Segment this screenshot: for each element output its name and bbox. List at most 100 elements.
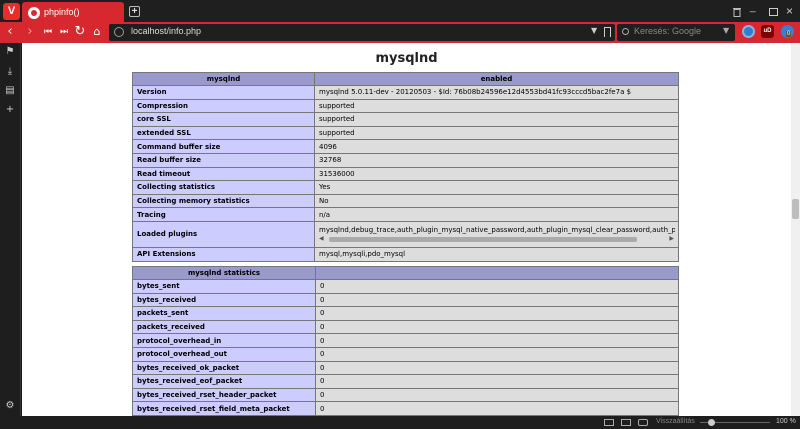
- table-row: Read buffer size 32768: [132, 152, 679, 168]
- add-panel-icon[interactable]: +: [5, 105, 15, 115]
- table-row: protocol_overhead_in 0: [132, 333, 679, 348]
- scroll-left-icon[interactable]: ◀: [319, 235, 324, 242]
- table-header-row: mysqlnd statistics: [132, 266, 679, 280]
- table-row: bytes_received_rset_field_meta_packet 0: [132, 401, 679, 416]
- search-placeholder[interactable]: Keresés: Google: [634, 26, 701, 36]
- row-label: bytes_received_rset_header_packet: [132, 387, 316, 403]
- panel-toggle-icon[interactable]: [604, 419, 614, 426]
- scrollbar-thumb[interactable]: [792, 199, 799, 219]
- row-value: Yes: [314, 180, 679, 195]
- zoom-reset-label[interactable]: Visszaállítás: [656, 418, 695, 425]
- vertical-scrollbar[interactable]: [791, 43, 800, 416]
- row-label: bytes_received: [132, 292, 316, 308]
- row-label: Read buffer size: [132, 152, 315, 168]
- tab-strip: V phpinfo() + _ ×: [0, 0, 800, 24]
- side-panel: ⚑ ⤓ ▤ + ⚙: [0, 43, 21, 416]
- zoom-slider-knob[interactable]: [708, 419, 715, 426]
- row-value: 0: [315, 346, 679, 362]
- zoom-level: 100 %: [776, 418, 796, 425]
- row-label: Collecting memory statistics: [132, 193, 315, 209]
- row-value: 31536000: [314, 166, 679, 182]
- table-row: protocol_overhead_out 0: [132, 346, 679, 362]
- table-row: packets_received 0: [132, 319, 679, 335]
- row-label: Command buffer size: [132, 139, 315, 154]
- row-label: Version: [132, 85, 315, 100]
- row-label: Tracing: [132, 207, 315, 222]
- row-value: mysqlnd 5.0.11-dev - 20120503 - $Id: 76b…: [314, 85, 679, 100]
- vivaldi-menu-button[interactable]: V: [3, 3, 20, 20]
- row-value: supported: [314, 98, 679, 114]
- maximize-button[interactable]: [769, 8, 778, 16]
- tab-favicon-icon: [28, 7, 40, 19]
- row-label: protocol_overhead_in: [132, 333, 316, 348]
- bookmark-icon[interactable]: [604, 27, 611, 37]
- url-text[interactable]: localhost/info.php: [131, 26, 201, 36]
- table-header: mysqlnd: [132, 72, 315, 86]
- chevron-down-icon[interactable]: ▼: [591, 26, 597, 35]
- scrollbar-thumb[interactable]: [329, 236, 637, 242]
- back-icon[interactable]: ‹: [3, 25, 17, 39]
- search-engine-chevron-icon[interactable]: ▼: [723, 26, 729, 35]
- row-value: 0: [315, 319, 679, 335]
- new-tab-button[interactable]: +: [129, 6, 140, 17]
- fast-forward-icon[interactable]: ⏭: [57, 25, 71, 39]
- extension-globe-icon[interactable]: [742, 25, 755, 38]
- table-row: Command buffer size 4096: [132, 139, 679, 154]
- notes-panel-icon[interactable]: ▤: [5, 86, 15, 96]
- downloads-panel-icon[interactable]: ⤓: [5, 67, 15, 77]
- row-value: mysql,mysqli,pdo_mysql: [314, 246, 679, 262]
- bookmarks-panel-icon[interactable]: ⚑: [5, 47, 15, 57]
- row-label: Collecting statistics: [132, 180, 315, 195]
- section-title: mysqlnd: [375, 51, 438, 66]
- row-value: 32768: [314, 152, 679, 168]
- row-label: core SSL: [132, 112, 315, 127]
- mysqlnd-statistics-table: mysqlnd statistics bytes_sent 0 bytes_rece…: [132, 266, 679, 416]
- search-input[interactable]: Keresés: Google ▼: [617, 24, 735, 41]
- table-row: extended SSL supported: [132, 125, 679, 141]
- row-value: 0: [315, 360, 679, 376]
- table-row: bytes_received_rset_header_packet 0: [132, 387, 679, 403]
- table-row: Version mysqlnd 5.0.11-dev - 20120503 - $…: [132, 85, 679, 100]
- table-row: bytes_received_eof_packet 0: [132, 374, 679, 389]
- row-label: packets_received: [132, 319, 316, 335]
- horizontal-scrollbar[interactable]: ◀ ▶: [319, 235, 674, 243]
- home-icon[interactable]: ⌂: [90, 25, 104, 39]
- row-label: API Extensions: [132, 246, 315, 262]
- row-label: bytes_received_rset_field_meta_packet: [132, 401, 316, 416]
- row-value: mysqlnd,debug_trace,auth_plugin_mysql_na…: [314, 220, 679, 248]
- row-label: extended SSL: [132, 125, 315, 141]
- minimize-button[interactable]: _: [750, 2, 756, 13]
- forward-icon[interactable]: ›: [23, 25, 37, 39]
- status-bar: Visszaállítás 100 %: [0, 416, 800, 429]
- settings-gear-icon[interactable]: ⚙: [5, 401, 15, 411]
- tab-phpinfo[interactable]: phpinfo(): [22, 2, 124, 24]
- site-info-icon[interactable]: [114, 27, 124, 37]
- page-viewport: mysqlnd mysqlnd enabled Version mysqlnd 5…: [22, 43, 791, 416]
- address-toolbar: ‹ › ⏮ ⏭ ↻ ⌂ localhost/info.php ▼ Keresés…: [0, 22, 800, 43]
- row-value: supported: [314, 112, 679, 127]
- table-row: bytes_received 0: [132, 292, 679, 308]
- row-label: bytes_received_eof_packet: [132, 374, 316, 389]
- row-value: 0: [315, 279, 679, 294]
- table-header: mysqlnd statistics: [132, 266, 316, 280]
- image-toggle-icon[interactable]: [621, 419, 631, 426]
- ublock-extension-icon[interactable]: uD: [761, 25, 774, 38]
- extension-badge: 0: [786, 31, 792, 37]
- row-value: 4096: [314, 139, 679, 154]
- trash-icon[interactable]: [732, 6, 742, 17]
- row-value: 0: [315, 333, 679, 348]
- table-row: Read timeout 31536000: [132, 166, 679, 182]
- search-icon: [622, 28, 629, 35]
- close-window-button[interactable]: ×: [786, 4, 793, 18]
- reload-icon[interactable]: ↻: [73, 25, 87, 39]
- table-row: API Extensions mysql,mysqli,pdo_mysql: [132, 246, 679, 262]
- row-value: 0: [315, 374, 679, 389]
- row-label: protocol_overhead_out: [132, 346, 316, 362]
- rewind-icon[interactable]: ⏮: [41, 25, 55, 39]
- page-actions-icon[interactable]: [638, 419, 648, 426]
- row-value: No: [314, 193, 679, 209]
- row-value: 0: [315, 306, 679, 321]
- url-field[interactable]: localhost/info.php ▼: [109, 24, 615, 41]
- row-value: 0: [315, 401, 679, 416]
- scroll-right-icon[interactable]: ▶: [669, 235, 674, 242]
